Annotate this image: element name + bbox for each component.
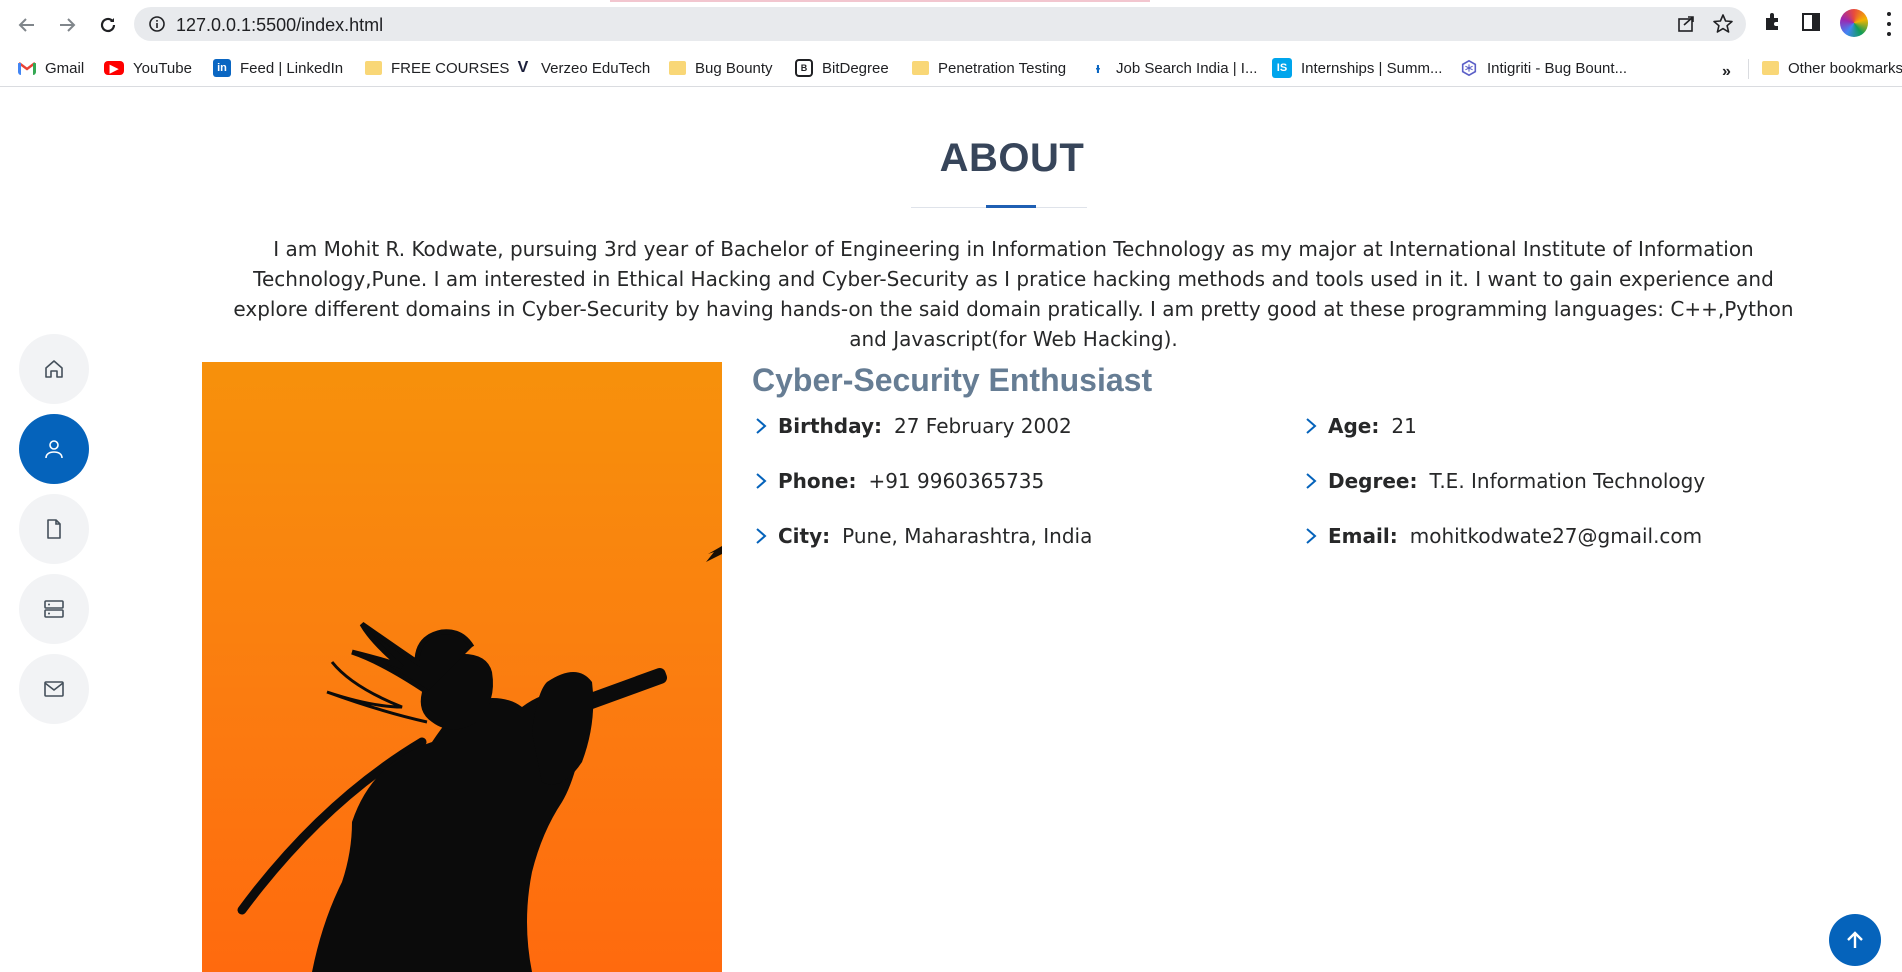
detail-value: T.E. Information Technology [1429, 469, 1706, 493]
bookmarks-separator [1748, 59, 1749, 79]
bookmark-label: Internships | Summ... [1301, 59, 1443, 77]
bookmark-label: YouTube [133, 59, 192, 77]
bookmark-intigriti[interactable]: Intigriti - Bug Bount... [1460, 56, 1627, 80]
more-bookmarks-button[interactable]: » [1722, 63, 1731, 81]
site-info-icon[interactable] [148, 15, 166, 33]
home-icon [45, 360, 63, 378]
reload-button[interactable] [93, 10, 123, 40]
section-title: ABOUT [939, 136, 1085, 180]
page-content: ABOUT I am Mohit R. Kodwate, pursuing 3r… [0, 88, 1902, 972]
url-text: 127.0.0.1:5500/index.html [176, 15, 384, 35]
bookmark-bitdegree[interactable]: B BitDegree [795, 56, 889, 80]
folder-icon [669, 61, 686, 75]
detail-value: 27 February 2002 [894, 414, 1072, 438]
bookmark-label: Job Search India | I... [1116, 59, 1258, 77]
chevron-right-icon [1306, 528, 1317, 544]
about-description: I am Mohit R. Kodwate, pursuing 3rd year… [233, 237, 1794, 351]
browser-toolbar: 127.0.0.1:5500/index.html [0, 0, 1902, 49]
bookmark-label: FREE COURSES [391, 59, 510, 77]
folder-icon [365, 61, 382, 75]
internshala-icon: IS [1272, 58, 1292, 78]
profile-subtitle: Cyber-Security Enthusiast [752, 362, 1153, 398]
bitdegree-icon: B [795, 59, 813, 77]
warrior-silhouette-image [237, 546, 722, 972]
detail-value: 21 [1391, 414, 1417, 438]
bookmark-gmail[interactable]: Gmail [18, 56, 84, 80]
address-bar[interactable]: 127.0.0.1:5500/index.html [134, 7, 1746, 41]
bookmark-youtube[interactable]: ▶ YouTube [104, 56, 192, 80]
bookmark-penetration-testing[interactable]: Penetration Testing [912, 56, 1066, 80]
bookmark-job-search[interactable]: ᵻ Job Search India | I... [1089, 56, 1258, 80]
detail-label: Email: [1328, 524, 1398, 548]
bookmark-label: Penetration Testing [938, 59, 1067, 77]
detail-city: City: Pune, Maharashtra, India [752, 524, 1092, 548]
arrow-left-icon [18, 18, 34, 32]
detail-birthday: Birthday: 27 February 2002 [752, 414, 1072, 438]
chevron-right-icon [756, 418, 767, 434]
detail-value[interactable]: mohitkodwate27@gmail.com [1410, 524, 1702, 548]
bookmark-label: Verzeo EduTech [541, 59, 651, 77]
envelope-icon [44, 681, 64, 697]
server-icon [44, 600, 64, 618]
detail-phone: Phone: +91 9960365735 [752, 469, 1044, 493]
detail-label: Birthday: [778, 414, 882, 438]
active-tab-indicator [610, 0, 1150, 2]
title-accent-bar [986, 205, 1036, 208]
person-icon [45, 440, 63, 459]
detail-email: Email: mohitkodwate27@gmail.com [1302, 524, 1702, 548]
bookmark-verzeo[interactable]: V Verzeo EduTech [514, 56, 651, 80]
folder-icon [1762, 61, 1779, 75]
detail-value: +91 9960365735 [868, 469, 1045, 493]
chevron-right-icon [756, 473, 767, 489]
chevron-right-icon [1306, 418, 1317, 434]
folder-icon [912, 61, 929, 75]
bookmark-label: BitDegree [822, 59, 889, 77]
nav-contact-button[interactable] [19, 654, 89, 724]
bookmark-star-icon[interactable] [1712, 13, 1734, 35]
intigriti-icon [1461, 59, 1477, 77]
arrow-up-icon [1847, 931, 1863, 948]
extensions-puzzle-icon[interactable] [1762, 11, 1784, 33]
detail-label: Phone: [778, 469, 857, 493]
bookmark-label: Intigriti - Bug Bount... [1487, 59, 1628, 77]
youtube-icon: ▶ [104, 61, 124, 75]
profile-photo [202, 362, 722, 972]
chevron-right-icon [1306, 473, 1317, 489]
gmail-icon [18, 62, 36, 75]
nav-about-button[interactable] [19, 414, 89, 484]
nav-home-button[interactable] [19, 334, 89, 404]
detail-label: Age: [1328, 414, 1380, 438]
bookmark-internships[interactable]: IS Internships | Summ... [1272, 56, 1442, 80]
file-icon [47, 519, 61, 539]
detail-label: Degree: [1328, 469, 1418, 493]
job-search-icon: ᵻ [1095, 59, 1101, 77]
linkedin-icon: in [213, 59, 231, 77]
nav-services-button[interactable] [19, 574, 89, 644]
chevron-right-icon [756, 528, 767, 544]
reload-icon [100, 17, 116, 33]
bookmarks-bar: Gmail ▶ YouTube in Feed | LinkedIn FREE … [0, 49, 1902, 87]
bookmark-label: Gmail [45, 59, 85, 77]
detail-value: Pune, Maharashtra, India [842, 524, 1093, 548]
forward-button[interactable] [52, 10, 82, 40]
bookmark-label: Bug Bounty [695, 59, 773, 77]
nav-resume-button[interactable] [19, 494, 89, 564]
bookmark-free-courses[interactable]: FREE COURSES [365, 56, 509, 80]
profile-avatar[interactable] [1840, 9, 1868, 37]
bookmark-bug-bounty[interactable]: Bug Bounty [669, 56, 773, 80]
arrow-right-icon [60, 18, 76, 32]
bookmark-label: Other bookmarks [1788, 59, 1902, 77]
detail-label: City: [778, 524, 831, 548]
verzeo-icon: V [517, 59, 529, 76]
side-panel-icon[interactable] [1800, 11, 1822, 33]
bookmark-other[interactable]: Other bookmarks [1762, 56, 1902, 80]
bookmark-linkedin[interactable]: in Feed | LinkedIn [213, 56, 343, 80]
detail-age: Age: 21 [1302, 414, 1417, 438]
back-to-top-button[interactable] [1829, 914, 1881, 966]
share-icon[interactable] [1676, 14, 1696, 34]
browser-menu-button[interactable] [1886, 12, 1892, 36]
back-button[interactable] [12, 10, 42, 40]
bookmark-label: Feed | LinkedIn [240, 59, 344, 77]
detail-degree: Degree: T.E. Information Technology [1302, 469, 1705, 493]
